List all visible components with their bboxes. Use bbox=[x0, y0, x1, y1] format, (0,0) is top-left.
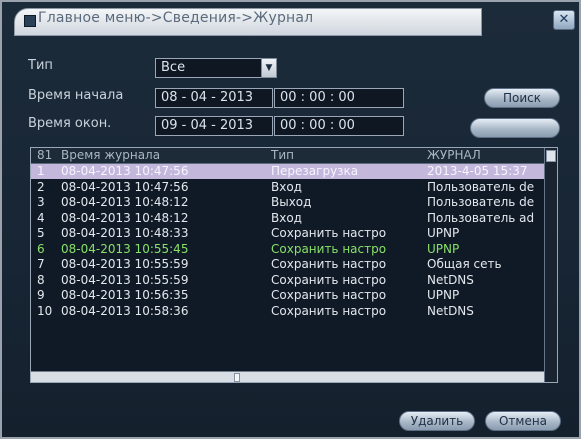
delete-button[interactable]: Удалить bbox=[399, 411, 475, 431]
vertical-scrollbar[interactable] bbox=[544, 148, 557, 382]
row-log: 2013-4-05 15:37 bbox=[427, 164, 528, 178]
row-time: 08-04-2013 10:47:56 bbox=[61, 179, 189, 194]
row-log: NetDNS bbox=[427, 303, 474, 318]
row-log: Пользователь ad bbox=[427, 210, 535, 225]
row-number: 9 bbox=[37, 288, 45, 302]
start-time-label: Время начала bbox=[28, 88, 124, 103]
table-row[interactable]: 6 08-04-2013 10:55:45 Сохранить настро UPNP bbox=[31, 242, 544, 257]
next-page-button[interactable] bbox=[470, 118, 560, 138]
row-time: 08-04-2013 10:56:35 bbox=[61, 288, 189, 302]
row-time: 08-04-2013 10:58:36 bbox=[61, 303, 189, 318]
row-log: UPNP bbox=[427, 226, 460, 240]
table-header: 81 Время журнала Тип ЖУРНАЛ bbox=[31, 148, 544, 164]
row-number: 4 bbox=[37, 210, 45, 225]
row-number: 3 bbox=[37, 195, 45, 209]
row-number: 10 bbox=[37, 303, 53, 318]
cancel-button[interactable]: Отмена bbox=[485, 411, 561, 431]
row-type: Выход bbox=[271, 195, 312, 209]
start-time-field[interactable]: 00 : 00 : 00 bbox=[274, 88, 404, 108]
row-time: 08-04-2013 10:55:45 bbox=[61, 241, 189, 256]
header-count: 81 bbox=[37, 148, 53, 162]
row-number: 8 bbox=[37, 272, 45, 287]
header-type: Тип bbox=[271, 148, 294, 162]
row-log: UPNP bbox=[427, 288, 460, 302]
row-type: Вход bbox=[271, 210, 302, 225]
row-time: 08-04-2013 10:48:12 bbox=[61, 210, 189, 225]
row-number: 5 bbox=[37, 226, 45, 240]
row-log: Пользователь de bbox=[427, 179, 535, 194]
row-type: Сохранить настро bbox=[271, 257, 387, 271]
row-log: UPNP bbox=[427, 241, 460, 256]
row-log: Пользователь de bbox=[427, 195, 535, 209]
end-date-field[interactable]: 09 - 04 - 2013 bbox=[155, 116, 273, 136]
close-icon[interactable]: ✕ bbox=[553, 10, 575, 30]
row-time: 08-04-2013 10:55:59 bbox=[61, 272, 189, 287]
row-time: 08-04-2013 10:47:56 bbox=[61, 164, 189, 178]
header-log-time: Время журнала bbox=[61, 148, 161, 162]
table-row[interactable]: 10 08-04-2013 10:58:36 Сохранить настро Net… bbox=[31, 304, 544, 319]
chevron-down-icon[interactable]: ▼ bbox=[261, 58, 277, 78]
table-row[interactable]: 7 08-04-2013 10:55:59 Сохранить настро Обща… bbox=[31, 257, 544, 272]
row-time: 08-04-2013 10:48:12 bbox=[61, 195, 189, 209]
row-time: 08-04-2013 10:55:59 bbox=[61, 257, 189, 271]
table-row[interactable]: 9 08-04-2013 10:56:35 Сохранить настро UPNP bbox=[31, 288, 544, 303]
vertical-scroll-thumb[interactable] bbox=[546, 150, 556, 162]
type-select[interactable]: Все ▼ bbox=[155, 58, 277, 78]
start-date-field[interactable]: 08 - 04 - 2013 bbox=[155, 88, 273, 108]
row-type: Сохранить настро bbox=[271, 272, 387, 287]
row-type: Сохранить настро bbox=[271, 288, 387, 302]
log-window: Главное меню->Сведения->Журнал ✕ Тип Все… bbox=[0, 0, 581, 439]
horizontal-scrollbar[interactable] bbox=[31, 371, 544, 382]
table-row[interactable]: 8 08-04-2013 10:55:59 Сохранить настро NetD… bbox=[31, 273, 544, 288]
type-label: Тип bbox=[28, 58, 53, 73]
table-row[interactable]: 2 08-04-2013 10:47:56 Вход Пользователь de bbox=[31, 180, 544, 195]
menu-icon bbox=[24, 15, 36, 27]
end-time-label: Время окон. bbox=[28, 116, 112, 131]
row-type: Вход bbox=[271, 179, 302, 194]
row-type: Сохранить настро bbox=[271, 226, 387, 240]
end-time-field[interactable]: 00 : 00 : 00 bbox=[274, 116, 404, 136]
horizontal-scroll-thumb[interactable] bbox=[234, 373, 240, 382]
window-title: Главное меню->Сведения->Журнал bbox=[38, 10, 314, 26]
row-number: 2 bbox=[37, 179, 45, 194]
table-row[interactable]: 1 08-04-2013 10:47:56 Перезагрузка 2013-4-0… bbox=[31, 164, 544, 179]
table-row[interactable]: 3 08-04-2013 10:48:12 Выход Пользователь de bbox=[31, 195, 544, 210]
row-log: NetDNS bbox=[427, 272, 474, 287]
row-log: Общая сеть bbox=[427, 257, 502, 271]
row-type: Сохранить настро bbox=[271, 303, 387, 318]
row-number: 7 bbox=[37, 257, 45, 271]
row-type: Перезагрузка bbox=[271, 164, 359, 178]
row-number: 1 bbox=[37, 164, 45, 178]
row-time: 08-04-2013 10:48:33 bbox=[61, 226, 189, 240]
search-button[interactable]: Поиск bbox=[484, 88, 560, 108]
row-number: 6 bbox=[37, 241, 45, 256]
table-row[interactable]: 4 08-04-2013 10:48:12 Вход Пользователь ad bbox=[31, 211, 544, 226]
type-select-value: Все bbox=[161, 60, 186, 75]
header-log: ЖУРНАЛ bbox=[427, 148, 481, 162]
log-table: 81 Время журнала Тип ЖУРНАЛ 1 08-04-2013 … bbox=[30, 147, 558, 383]
table-row[interactable]: 5 08-04-2013 10:48:33 Сохранить настро UPNP bbox=[31, 226, 544, 241]
row-type: Сохранить настро bbox=[271, 241, 387, 256]
